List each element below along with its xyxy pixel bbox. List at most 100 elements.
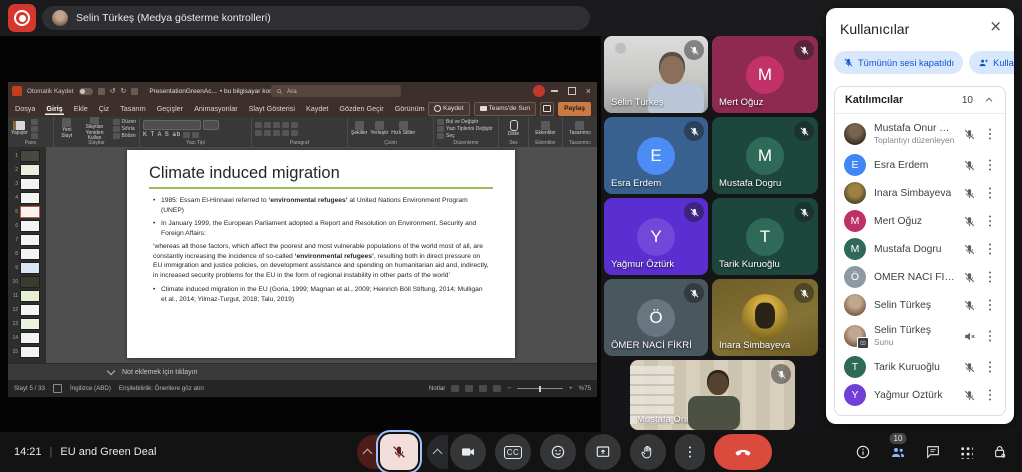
reset-button[interactable]: Sıfırla (113, 126, 136, 132)
format-painter-icon[interactable] (31, 133, 38, 139)
participant-menu-button[interactable] (984, 207, 996, 235)
replace-fonts-button[interactable]: Yazı Tiplerini Değiştir (437, 126, 493, 132)
host-controls-lock-icon[interactable] (992, 444, 1008, 460)
participant-menu-button[interactable] (984, 381, 996, 409)
slide-thumbnail[interactable]: 5 (10, 205, 44, 218)
slide-thumbnail[interactable]: 7 (10, 233, 44, 246)
participant-menu-button[interactable] (984, 353, 996, 381)
font-size-select[interactable] (203, 120, 219, 130)
align-left-icon[interactable] (255, 130, 262, 136)
notes-toggle[interactable]: Notlar (429, 385, 446, 392)
participant-menu-button[interactable] (984, 235, 996, 263)
slide-thumbnail[interactable]: 9 (10, 261, 44, 274)
participant-row[interactable]: Y Yağmur Öztürk (835, 381, 1005, 409)
video-tile[interactable]: M Mert Oğuz (712, 36, 818, 113)
participant-menu-button[interactable] (984, 117, 996, 151)
video-tile[interactable]: T Tarik Kuruoğlu (712, 198, 818, 275)
line-spacing-icon[interactable] (291, 122, 298, 128)
align-center-icon[interactable] (264, 130, 271, 136)
comments-button[interactable] (540, 102, 554, 116)
zoom-in-button[interactable]: + (569, 385, 573, 392)
ribbon-tab[interactable]: Ekle (73, 102, 89, 115)
record-button[interactable]: Kaydet (428, 102, 470, 116)
minimize-button[interactable] (551, 90, 558, 92)
quick-access-icon[interactable] (131, 88, 138, 95)
mic-toggle-button[interactable] (380, 434, 418, 470)
participant-row[interactable]: Mustafa Onur Yalçın (Siz) Toplantıyı düz… (835, 117, 1005, 151)
redo-icon[interactable]: ↻ (120, 87, 126, 95)
arrange-button[interactable]: Yerleştir (370, 121, 388, 137)
copy-icon[interactable] (31, 126, 38, 132)
recording-indicator-button[interactable] (8, 4, 36, 32)
camera-toggle-button[interactable] (450, 434, 486, 470)
zoom-level[interactable]: %75 (579, 385, 591, 392)
slide-thumbnail[interactable]: 11 (10, 289, 44, 302)
notes-bar[interactable]: Not eklemek için tıklayın (8, 363, 597, 380)
align-right-icon[interactable] (273, 130, 280, 136)
font-style-buttons[interactable]: K T A S ab (143, 132, 181, 138)
slide-thumbnail[interactable]: 4 (10, 191, 44, 204)
ppt-search-box[interactable]: Ara (271, 85, 401, 97)
undo-icon[interactable]: ↺ (110, 87, 116, 95)
slide-thumbnail[interactable]: 13 (10, 317, 44, 330)
maximize-button[interactable] (568, 87, 576, 95)
ribbon-tab[interactable]: Çiz (98, 102, 110, 115)
cut-icon[interactable] (31, 119, 38, 125)
dictate-button[interactable]: Dikte (508, 120, 519, 138)
ribbon-tab[interactable]: Animasyonlar (193, 102, 239, 115)
zoom-slider[interactable] (517, 388, 563, 389)
participant-row[interactable]: E Esra Erdem (835, 151, 1005, 179)
chevron-up-icon[interactable] (983, 94, 995, 106)
window-close-button[interactable]: × (586, 87, 591, 96)
leave-call-button[interactable] (714, 434, 772, 470)
raise-hand-button[interactable] (630, 434, 666, 470)
slide-thumbnail[interactable]: 14 (10, 331, 44, 344)
slide-thumbnail[interactable]: 6 (10, 219, 44, 232)
add-user-button[interactable]: Kullanıcı ekle (969, 51, 1014, 74)
video-tile[interactable]: Selin Türkeş (604, 36, 708, 113)
video-tile[interactable]: E Esra Erdem (604, 117, 708, 194)
columns-icon[interactable] (291, 130, 298, 136)
participant-row[interactable]: Ö ÖMER NACİ FİKRİ (835, 263, 1005, 291)
reading-view-icon[interactable] (479, 385, 487, 392)
ribbon-tab[interactable]: Tasarım (119, 102, 147, 115)
bullet-list-icon[interactable] (255, 122, 262, 128)
video-tile[interactable]: Ö ÖMER NACİ FİKRİ (604, 279, 708, 356)
more-options-button[interactable] (675, 434, 705, 470)
addins-button[interactable]: Eklentiler (535, 121, 556, 137)
justify-icon[interactable] (282, 130, 289, 136)
chat-icon[interactable] (925, 444, 941, 460)
slideshow-view-icon[interactable] (493, 385, 501, 392)
indent-increase-icon[interactable] (282, 122, 289, 128)
participant-row[interactable]: Selin Türkeş (835, 291, 1005, 319)
numbered-list-icon[interactable] (264, 122, 271, 128)
accessibility-checker[interactable]: Erişilebilirlik: Önerilere göz atın (119, 385, 204, 392)
participant-menu-button[interactable] (984, 179, 996, 207)
ribbon-tab[interactable]: Giriş (45, 102, 63, 115)
select-button[interactable]: Seç (437, 133, 493, 139)
share-button[interactable]: Paylaş (558, 102, 591, 116)
slide-thumbnail[interactable]: 12 (10, 303, 44, 316)
quick-styles-button[interactable]: Hızlı Stiller (391, 121, 415, 137)
find-button[interactable]: Bul ve Değiştir (437, 119, 493, 125)
zoom-out-button[interactable]: − (507, 385, 511, 392)
activities-grid-icon[interactable] (960, 446, 973, 459)
section-button[interactable]: Bölüm (113, 133, 136, 139)
reactions-button[interactable] (540, 434, 576, 470)
slide-thumbnail[interactable]: 8 (10, 247, 44, 260)
close-icon[interactable]: × (989, 19, 1002, 34)
designer-button[interactable]: Tasarımcı (569, 121, 591, 137)
ribbon-tab[interactable]: Kaydet (305, 102, 329, 115)
normal-view-icon[interactable] (451, 385, 459, 392)
shapes-button[interactable]: Şekiller (351, 121, 367, 137)
ribbon-tab[interactable]: Geçişler (156, 102, 184, 115)
present-button[interactable] (585, 434, 621, 470)
save-icon[interactable] (98, 88, 105, 95)
presenter-banner[interactable]: Selin Türkeş (Medya gösterme kontrolleri… (42, 6, 590, 30)
video-tile[interactable]: Y Yağmur Öztürk (604, 198, 708, 275)
participant-row[interactable]: Inara Simbayeva (835, 179, 1005, 207)
info-icon[interactable] (855, 444, 871, 460)
self-video-tile[interactable]: Mustafa Onur Yalçın (630, 360, 795, 430)
participant-menu-button[interactable] (984, 291, 996, 319)
video-tile[interactable]: M Mustafa Dogru (712, 117, 818, 194)
